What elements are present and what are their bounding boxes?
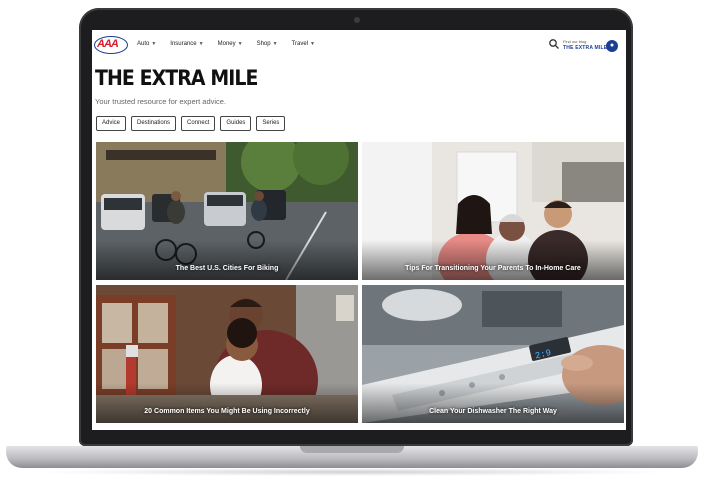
nav-item-shop[interactable]: Shop ▼ (257, 41, 278, 47)
card-title[interactable]: Clean Your Dishwasher The Right Way (362, 408, 624, 415)
article-card-in-home-care[interactable]: Tips For Transitioning Your Parents To I… (362, 142, 624, 280)
chevron-down-icon: ▼ (237, 41, 243, 47)
search-icon[interactable] (548, 38, 560, 50)
nav-item-label: Auto (137, 41, 150, 47)
nav-item-label: Shop (256, 41, 271, 47)
nav-item-insurance[interactable]: Insurance ▼ (170, 41, 203, 47)
article-card-biking[interactable]: The Best U.S. Cities For Biking (96, 142, 358, 280)
aaa-logo[interactable]: AAA (97, 38, 119, 50)
chevron-down-icon: ▼ (272, 41, 278, 47)
nav-item-label: Insurance (170, 41, 197, 47)
nav-item-label: Money (217, 41, 236, 47)
nav-item-auto[interactable]: Auto ▼ (137, 41, 156, 47)
card-shade (96, 383, 358, 423)
laptop-notch (300, 446, 404, 453)
filter-chip-series[interactable]: Series (256, 116, 286, 131)
chevron-down-icon: ▼ (198, 41, 204, 47)
webcam-icon (354, 17, 360, 23)
page-title: THE EXTRA MILE (95, 66, 258, 90)
card-title[interactable]: The Best U.S. Cities For Biking (96, 265, 358, 272)
filter-chip-advice[interactable]: Advice (96, 116, 127, 131)
page-subtitle: Your trusted resource for expert advice. (95, 97, 227, 106)
nav-menu: Auto ▼ Insurance ▼ Money ▼ Shop ▼ Travel… (137, 41, 315, 47)
top-navigation: AAA Auto ▼ Insurance ▼ Money ▼ Shop ▼ Tr… (92, 30, 626, 62)
filter-chips: Advice Destinations Connect Guides Serie… (96, 116, 286, 131)
card-shade (96, 240, 358, 280)
laptop-shadow (30, 468, 674, 476)
card-title[interactable]: Tips For Transitioning Your Parents To I… (362, 265, 624, 272)
nav-item-money[interactable]: Money ▼ (218, 41, 243, 47)
article-card-common-items[interactable]: 20 Common Items You Might Be Using Incor… (96, 285, 358, 423)
filter-chip-destinations[interactable]: Destinations (131, 116, 177, 131)
nav-item-label: Travel (291, 41, 308, 47)
filter-chip-guides[interactable]: Guides (220, 116, 252, 131)
article-card-dishwasher[interactable]: 2:9 Clean Your Dishwasher The Right Way (362, 285, 624, 423)
card-shade (362, 240, 624, 280)
chevron-down-icon: ▼ (151, 41, 157, 47)
filter-chip-connect[interactable]: Connect (181, 116, 216, 131)
chevron-down-icon: ▼ (310, 41, 315, 47)
card-title[interactable]: 20 Common Items You Might Be Using Incor… (96, 408, 358, 415)
blog-name: THE EXTRA MILE (563, 45, 608, 51)
browser-screen: AAA Auto ▼ Insurance ▼ Money ▼ Shop ▼ Tr… (92, 30, 626, 430)
card-shade (362, 383, 624, 423)
blog-link[interactable]: Find our blog THE EXTRA MILE (563, 39, 607, 51)
account-user-icon[interactable]: ● (606, 40, 618, 52)
nav-item-travel[interactable]: Travel ▼ (292, 41, 315, 47)
